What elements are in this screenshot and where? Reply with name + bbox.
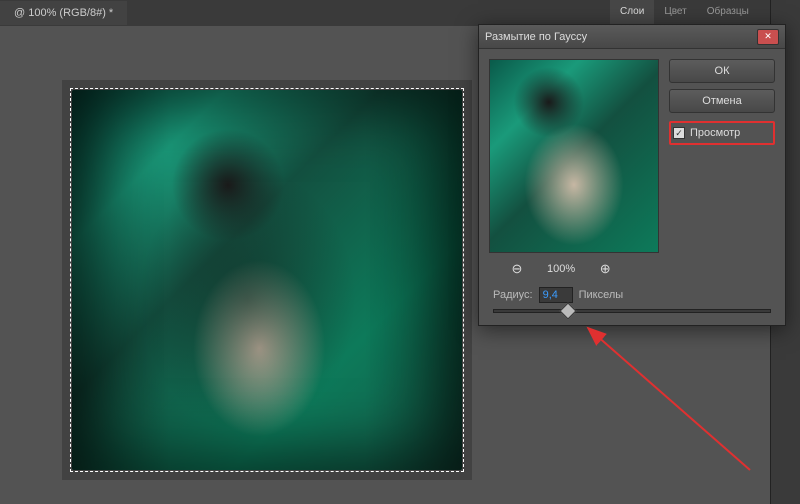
zoom-in-icon[interactable]: ⊕: [597, 261, 613, 277]
radius-slider[interactable]: [493, 309, 771, 313]
cancel-button[interactable]: Отмена: [669, 89, 775, 113]
zoom-out-icon[interactable]: ⊖: [509, 261, 525, 277]
slider-thumb[interactable]: [560, 303, 577, 320]
ok-button[interactable]: ОК: [669, 59, 775, 83]
panel-tab-swatches[interactable]: Образцы: [697, 0, 759, 24]
annotation-arrow: [580, 320, 760, 480]
zoom-controls: ⊖ 100% ⊕: [509, 261, 613, 277]
canvas[interactable]: [62, 80, 472, 480]
close-icon[interactable]: ✕: [757, 29, 779, 45]
panel-tab-color[interactable]: Цвет: [654, 0, 696, 24]
filter-preview[interactable]: [489, 59, 659, 253]
preview-checkbox-row[interactable]: ✓ Просмотр: [669, 121, 775, 145]
gaussian-blur-dialog: Размытие по Гауссу ✕ ОК Отмена ✓ Просмот…: [478, 24, 786, 326]
panel-tab-layers[interactable]: Слои: [610, 0, 654, 24]
panel-tab-strip: Слои Цвет Образцы: [610, 0, 770, 25]
zoom-level: 100%: [547, 263, 575, 275]
document-image: [72, 90, 462, 470]
document-tab[interactable]: @ 100% (RGB/8#) *: [0, 1, 127, 25]
dialog-body: ОК Отмена ✓ Просмотр: [479, 49, 785, 263]
preview-checkbox[interactable]: ✓: [673, 127, 685, 139]
dialog-titlebar[interactable]: Размытие по Гауссу ✕: [479, 25, 785, 49]
preview-checkbox-label: Просмотр: [690, 127, 740, 139]
dialog-title: Размытие по Гауссу: [485, 31, 757, 43]
radius-label: Радиус:: [493, 289, 533, 301]
radius-input[interactable]: [539, 287, 573, 303]
radius-unit: Пикселы: [579, 289, 624, 301]
radius-row: Радиус: Пикселы: [493, 287, 623, 303]
dialog-controls: ОК Отмена ✓ Просмотр: [669, 59, 775, 253]
